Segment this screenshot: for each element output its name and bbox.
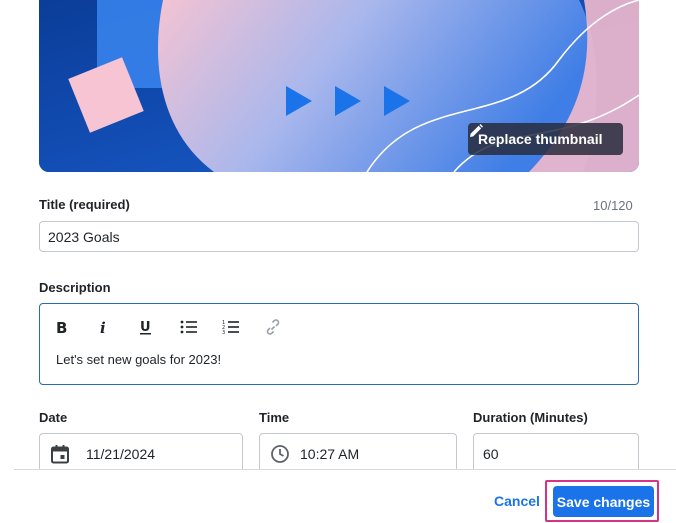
duration-field-wrapper: 60 bbox=[473, 433, 640, 469]
numbered-list-button[interactable]: 1 2 3 bbox=[222, 316, 264, 338]
replace-thumbnail-button[interactable]: Replace thumbnail bbox=[468, 123, 623, 155]
link-icon bbox=[266, 319, 280, 335]
bold-icon: B bbox=[56, 319, 67, 335]
duration-value: 60 bbox=[483, 446, 499, 462]
title-input-value: 2023 Goals bbox=[48, 228, 120, 245]
time-field-wrapper: 10:27 AM bbox=[259, 433, 458, 469]
duration-label: Duration (Minutes) bbox=[473, 410, 588, 425]
pencil-icon bbox=[470, 124, 483, 137]
description-editor[interactable]: B i U 1 2 3 Let's set new goals for 2023… bbox=[39, 303, 639, 385]
duration-input[interactable]: 60 bbox=[473, 433, 639, 469]
bold-button[interactable]: B bbox=[54, 316, 96, 338]
date-input[interactable]: 11/21/2024 bbox=[39, 433, 243, 469]
title-label: Title (required) bbox=[39, 197, 130, 212]
link-button[interactable] bbox=[264, 316, 306, 338]
title-char-counter: 10/120 bbox=[593, 198, 633, 213]
calendar-icon[interactable] bbox=[50, 444, 70, 464]
bulleted-list-button[interactable] bbox=[180, 316, 222, 338]
numbered-list-icon: 1 2 3 bbox=[222, 320, 239, 335]
date-field-wrapper: 11/21/2024 bbox=[39, 433, 244, 469]
italic-icon: i bbox=[100, 319, 106, 335]
title-input[interactable]: 2023 Goals bbox=[39, 221, 639, 252]
italic-button[interactable]: i bbox=[96, 316, 138, 338]
svg-text:3: 3 bbox=[222, 330, 225, 335]
svg-text:B: B bbox=[56, 319, 67, 335]
time-label: Time bbox=[259, 410, 290, 425]
description-text: Let's set new goals for 2023! bbox=[56, 352, 222, 367]
date-label: Date bbox=[39, 410, 68, 425]
formatting-toolbar: B i U 1 2 3 bbox=[54, 316, 306, 338]
date-value: 11/21/2024 bbox=[86, 446, 156, 462]
description-label: Description bbox=[39, 280, 111, 295]
svg-text:i: i bbox=[100, 319, 106, 335]
time-value: 10:27 AM bbox=[300, 446, 360, 462]
save-changes-button[interactable]: Save changes bbox=[553, 486, 654, 517]
video-thumbnail: Replace thumbnail bbox=[39, 0, 639, 172]
cancel-button[interactable]: Cancel bbox=[494, 493, 540, 509]
svg-text:U: U bbox=[140, 320, 151, 335]
bulleted-list-icon bbox=[180, 320, 197, 334]
underline-icon: U bbox=[140, 320, 151, 335]
time-input[interactable]: 10:27 AM bbox=[259, 433, 457, 469]
clock-icon[interactable] bbox=[270, 444, 290, 464]
underline-button[interactable]: U bbox=[138, 316, 180, 338]
replace-thumbnail-label: Replace thumbnail bbox=[478, 131, 603, 147]
